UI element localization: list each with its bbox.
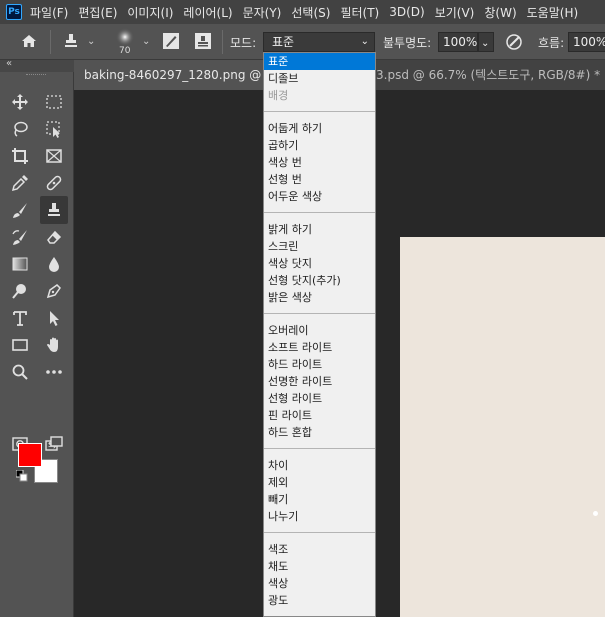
clone-stamp-icon[interactable] — [40, 196, 68, 224]
blend-mode-option[interactable]: 하드 라이트 — [264, 356, 375, 373]
menu-image[interactable]: 이미지(I) — [127, 4, 173, 21]
pressure-opacity-icon[interactable] — [504, 32, 524, 56]
blend-mode-option[interactable]: 선명한 라이트 — [264, 373, 375, 390]
blend-mode-option[interactable]: 곱하기 — [264, 137, 375, 154]
panel-header: « — [0, 58, 74, 72]
screen-mode-icon[interactable] — [42, 432, 66, 456]
blend-mode-option[interactable]: 제외 — [264, 474, 375, 491]
blend-mode-option[interactable]: 색상 — [264, 575, 375, 592]
blend-mode-option[interactable]: 색조 — [264, 541, 375, 558]
blend-mode-option[interactable]: 색상 번 — [264, 154, 375, 171]
brush-icon[interactable] — [8, 198, 32, 222]
clone-source-icon[interactable] — [194, 32, 212, 54]
lasso-icon[interactable] — [8, 117, 32, 141]
brush-size-value: 70 — [119, 46, 131, 56]
menu-select[interactable]: 선택(S) — [291, 4, 330, 21]
menu-edit[interactable]: 편집(E) — [78, 4, 117, 21]
blend-mode-option[interactable]: 광도 — [264, 592, 375, 609]
brush-settings-icon[interactable] — [162, 32, 180, 54]
menu-separator — [264, 212, 375, 213]
menu-bar: Ps 파일(F) 편집(E) 이미지(I) 레이어(L) 문자(Y) 선택(S)… — [0, 0, 605, 24]
menu-help[interactable]: 도움말(H) — [527, 4, 579, 21]
healing-icon[interactable] — [42, 171, 66, 195]
crop-icon[interactable] — [8, 144, 32, 168]
blend-mode-option[interactable]: 오버레이 — [264, 322, 375, 339]
blend-mode-option[interactable]: 선형 라이트 — [264, 390, 375, 407]
blend-mode-option[interactable]: 표준 — [264, 53, 375, 70]
menu-separator — [264, 448, 375, 449]
blend-mode-option[interactable]: 핀 라이트 — [264, 407, 375, 424]
foreground-color-swatch[interactable] — [18, 443, 42, 467]
blend-mode-option: 배경 — [268, 89, 289, 102]
home-icon[interactable] — [20, 32, 38, 54]
photoshop-logo: Ps — [6, 4, 22, 20]
document-tab-other[interactable]: 3.psd @ 66.7% (텍스트도구, RGB/8#) * × — [376, 60, 605, 90]
menu-separator — [264, 111, 375, 112]
chevron-down-icon: ⌄ — [481, 38, 490, 49]
blend-mode-option[interactable]: 하드 혼합 — [264, 424, 375, 441]
menu-file[interactable]: 파일(F) — [30, 4, 68, 21]
marquee-icon[interactable] — [42, 90, 66, 114]
blend-mode-option[interactable]: 나누기 — [264, 508, 375, 525]
blend-mode-option[interactable]: 색상 닷지 — [264, 255, 375, 272]
separator — [222, 30, 223, 54]
flow-label: 흐름: — [538, 36, 565, 50]
blend-mode-option[interactable]: 디졸브 — [264, 70, 375, 87]
opacity-label: 불투명도: — [383, 36, 432, 50]
hand-icon[interactable] — [42, 333, 66, 357]
brush-cursor — [593, 511, 598, 516]
blend-mode-option[interactable]: 선형 닷지(추가) — [264, 272, 375, 289]
blend-mode-option[interactable]: 스크린 — [264, 238, 375, 255]
menu-3d[interactable]: 3D(D) — [389, 5, 424, 19]
menu-separator — [264, 313, 375, 314]
blend-mode-dropdown[interactable]: 표준 디졸브 배경 어둡게 하기 곱하기 색상 번 선형 번 어두운 색상 밝게 하기 스크린 색상… — [263, 52, 376, 617]
move-icon[interactable] — [8, 90, 32, 114]
menu-filter[interactable]: 필터(T) — [340, 4, 379, 21]
opacity-dropdown[interactable]: ⌄ — [478, 32, 494, 52]
eyedropper-icon[interactable] — [8, 171, 32, 195]
zoom-icon[interactable] — [8, 360, 32, 384]
blend-mode-option[interactable]: 어둡게 하기 — [264, 120, 375, 137]
object-select-icon[interactable] — [42, 117, 66, 141]
blend-mode-option[interactable]: 밝은 색상 — [264, 289, 375, 306]
chevron-down-icon[interactable]: ⌄ — [87, 36, 95, 47]
chevron-down-icon[interactable]: ⌄ — [142, 36, 150, 47]
collapse-icon[interactable]: « — [6, 58, 12, 69]
path-select-icon[interactable] — [42, 306, 66, 330]
default-colors-icon[interactable] — [15, 469, 28, 485]
blend-mode-option[interactable]: 빼기 — [264, 491, 375, 508]
more-icon[interactable] — [42, 360, 66, 384]
opacity-input[interactable]: 100% — [438, 32, 478, 52]
menu-layer[interactable]: 레이어(L) — [183, 4, 232, 21]
type-icon[interactable] — [8, 306, 32, 330]
eraser-icon[interactable] — [42, 225, 66, 249]
blend-mode-option[interactable]: 차이 — [264, 457, 375, 474]
dodge-icon[interactable] — [8, 279, 32, 303]
panel-grip[interactable] — [26, 74, 46, 77]
mode-select[interactable]: 표준 ⌄ — [263, 32, 375, 52]
flow-input[interactable]: 100% — [568, 32, 605, 52]
blend-mode-option[interactable]: 어두운 색상 — [264, 188, 375, 205]
mode-label: 모드: — [230, 36, 257, 50]
menu-view[interactable]: 보기(V) — [435, 4, 475, 21]
tools-panel: « — [0, 58, 74, 617]
mode-select-value: 표준 — [272, 35, 295, 49]
frame-icon[interactable] — [42, 144, 66, 168]
clone-stamp-preset-icon[interactable] — [62, 32, 80, 54]
separator — [50, 30, 51, 54]
chevron-down-icon: ⌄ — [360, 36, 369, 47]
history-brush-icon[interactable] — [8, 225, 32, 249]
blend-mode-option[interactable]: 소프트 라이트 — [264, 339, 375, 356]
blend-mode-option[interactable]: 밝게 하기 — [264, 221, 375, 238]
menu-type[interactable]: 문자(Y) — [243, 4, 282, 21]
blend-mode-option[interactable]: 선형 번 — [264, 171, 375, 188]
pen-icon[interactable] — [42, 279, 66, 303]
blur-icon[interactable] — [42, 252, 66, 276]
gradient-icon[interactable] — [8, 252, 32, 276]
blend-mode-option[interactable]: 채도 — [264, 558, 375, 575]
document-canvas[interactable] — [400, 237, 605, 617]
rectangle-icon[interactable] — [8, 333, 32, 357]
menu-window[interactable]: 창(W) — [484, 4, 516, 21]
menu-separator — [264, 532, 375, 533]
